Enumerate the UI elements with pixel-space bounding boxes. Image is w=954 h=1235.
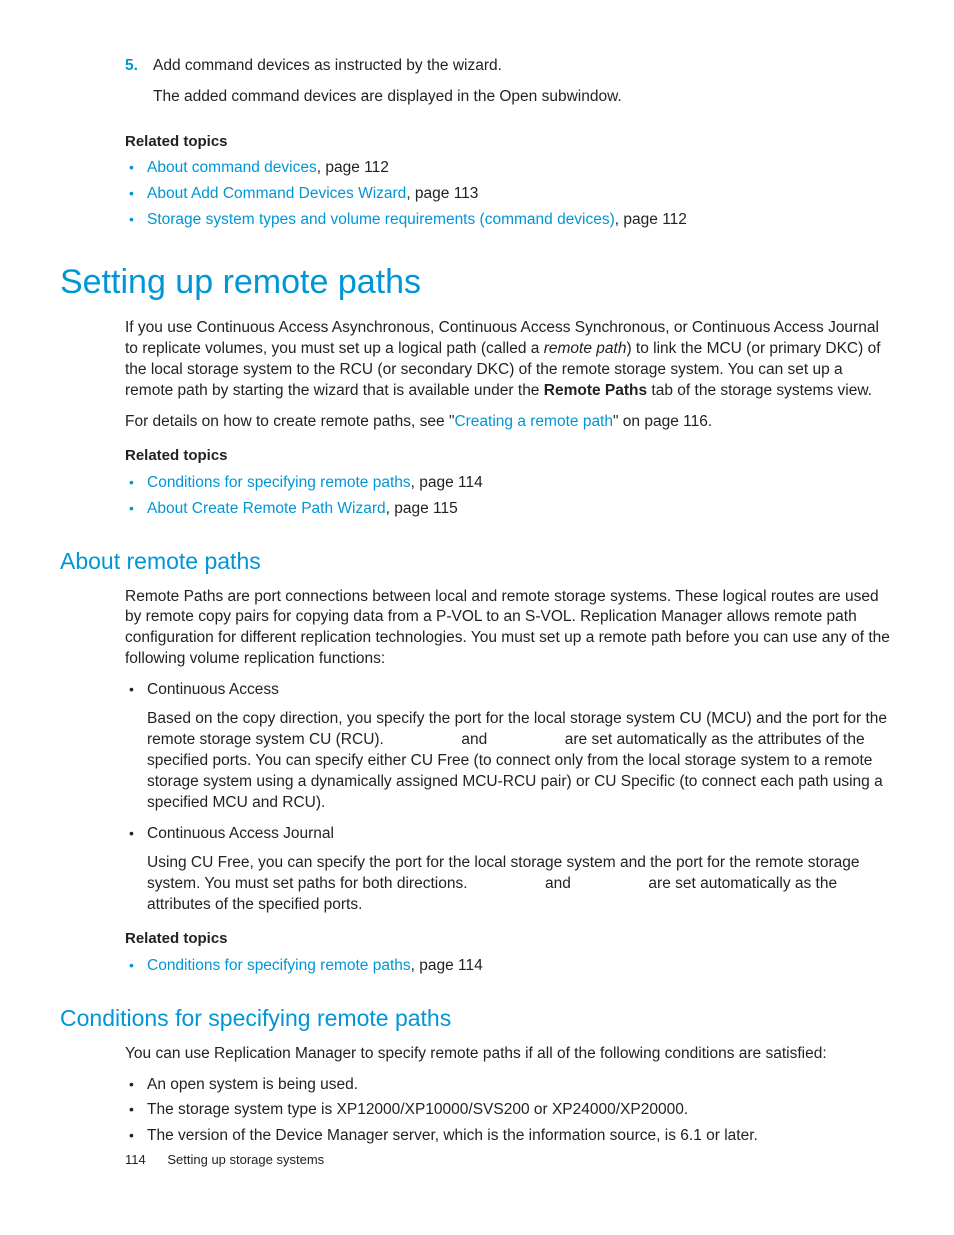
related-topics-heading: Related topics — [125, 132, 894, 152]
link-suffix: , page 113 — [406, 185, 478, 202]
step-text-1: Add command devices as instructed by the… — [153, 56, 894, 77]
related-topics-list: About command devices, page 112 About Ad… — [125, 158, 894, 231]
text: and — [457, 731, 491, 748]
page-footer: 114 Setting up storage systems — [125, 1152, 324, 1167]
conditions-list: An open system is being used. The storag… — [125, 1075, 894, 1148]
step-text-2: The added command devices are displayed … — [153, 87, 894, 108]
page-number: 114 — [125, 1152, 146, 1167]
item-title: Continuous Access — [147, 681, 279, 698]
related-topics-heading: Related topics — [125, 446, 894, 466]
intro-paragraph: If you use Continuous Access Asynchronou… — [125, 318, 894, 402]
about-paragraph: Remote Paths are port connections betwee… — [125, 587, 894, 671]
link-command-devices[interactable]: About command devices — [147, 159, 317, 176]
link-suffix: , page 112 — [615, 211, 687, 228]
related-topics-list: Conditions for specifying remote paths, … — [125, 956, 894, 977]
heading-setting-up-remote-paths: Setting up remote paths — [60, 263, 894, 302]
link-suffix: , page 114 — [411, 474, 483, 491]
list-item: Conditions for specifying remote paths, … — [125, 473, 894, 494]
step-number: 5. — [125, 56, 143, 118]
link-create-remote-path-wizard[interactable]: About Create Remote Path Wizard — [147, 500, 386, 517]
list-item: About Create Remote Path Wizard, page 11… — [125, 499, 894, 520]
step-body: Add command devices as instructed by the… — [153, 56, 894, 118]
link-suffix: , page 112 — [317, 159, 389, 176]
list-item: About command devices, page 112 — [125, 158, 894, 179]
conditions-paragraph: You can use Replication Manager to speci… — [125, 1044, 894, 1065]
related-topics-list: Conditions for specifying remote paths, … — [125, 473, 894, 520]
list-item: The storage system type is XP12000/XP100… — [125, 1100, 894, 1121]
list-item: The version of the Device Manager server… — [125, 1126, 894, 1147]
link-creating-remote-path[interactable]: Creating a remote path — [454, 413, 613, 430]
link-conditions[interactable]: Conditions for specifying remote paths — [147, 474, 411, 491]
text: For details on how to create remote path… — [125, 413, 454, 430]
conditions-block: You can use Replication Manager to speci… — [125, 1044, 894, 1148]
list-item: About Add Command Devices Wizard, page 1… — [125, 184, 894, 205]
italic-remote-path: remote path — [544, 340, 627, 357]
item-body: Based on the copy direction, you specify… — [147, 709, 894, 814]
list-item: An open system is being used. — [125, 1075, 894, 1096]
text: " on page 116. — [613, 413, 712, 430]
link-conditions[interactable]: Conditions for specifying remote paths — [147, 957, 411, 974]
list-item-continuous-access: Continuous Access Based on the copy dire… — [125, 680, 894, 814]
list-item: Conditions for specifying remote paths, … — [125, 956, 894, 977]
link-storage-types[interactable]: Storage system types and volume requirem… — [147, 211, 615, 228]
about-remote-paths-block: Remote Paths are port connections betwee… — [125, 587, 894, 977]
related-topics-heading: Related topics — [125, 929, 894, 949]
link-add-command-devices-wizard[interactable]: About Add Command Devices Wizard — [147, 185, 406, 202]
list-item-continuous-access-journal: Continuous Access Journal Using CU Free,… — [125, 824, 894, 916]
intro-block: If you use Continuous Access Asynchronou… — [125, 318, 894, 520]
step-5-block: 5. Add command devices as instructed by … — [125, 56, 894, 231]
link-suffix: , page 115 — [386, 500, 458, 517]
item-title: Continuous Access Journal — [147, 825, 334, 842]
footer-title: Setting up storage systems — [167, 1152, 324, 1167]
list-item: Storage system types and volume requirem… — [125, 210, 894, 231]
document-page: 5. Add command devices as instructed by … — [0, 0, 954, 1235]
text: and — [541, 875, 575, 892]
heading-conditions: Conditions for specifying remote paths — [60, 1005, 894, 1032]
replication-functions-list: Continuous Access Based on the copy dire… — [125, 680, 894, 915]
see-also-paragraph: For details on how to create remote path… — [125, 412, 894, 433]
link-suffix: , page 114 — [411, 957, 483, 974]
text: tab of the storage systems view. — [647, 382, 872, 399]
numbered-step-5: 5. Add command devices as instructed by … — [125, 56, 894, 118]
heading-about-remote-paths: About remote paths — [60, 548, 894, 575]
bold-remote-paths: Remote Paths — [544, 382, 647, 399]
item-body: Using CU Free, you can specify the port … — [147, 853, 894, 916]
